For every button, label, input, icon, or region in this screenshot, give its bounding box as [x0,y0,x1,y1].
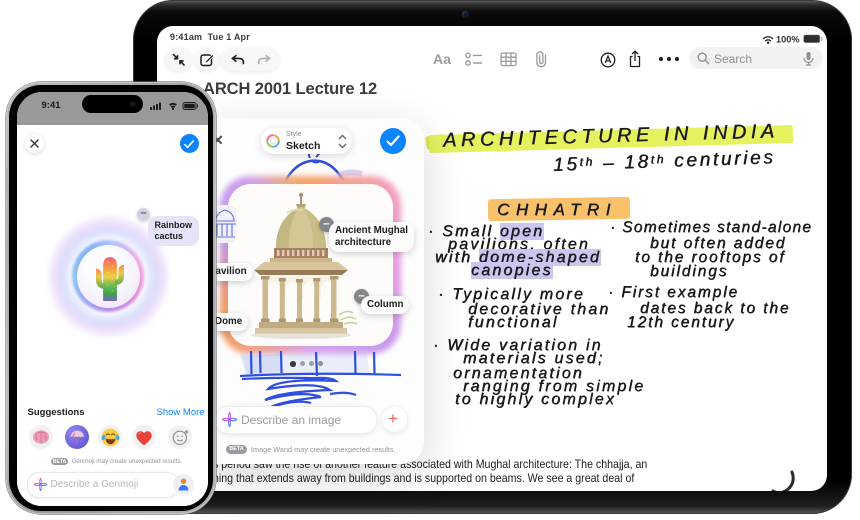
svg-text:100%: 100% [776,35,800,45]
